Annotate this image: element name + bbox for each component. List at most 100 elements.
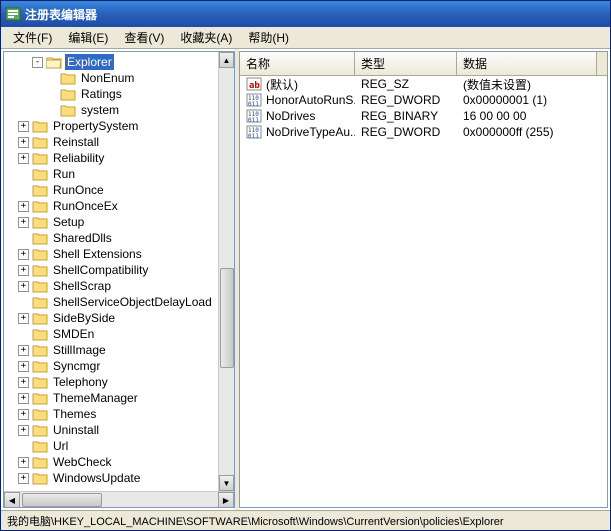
tree-item-label: Shell Extensions	[51, 246, 144, 262]
scroll-thumb[interactable]	[220, 268, 234, 368]
scroll-thumb[interactable]	[22, 493, 102, 507]
folder-icon	[32, 263, 48, 277]
tree-item[interactable]: +WebCheck	[4, 454, 218, 470]
scroll-left-button[interactable]: ◀	[4, 492, 20, 508]
tree-expander[interactable]: +	[18, 457, 29, 468]
tree-expander[interactable]: -	[32, 57, 43, 68]
tree-expander[interactable]: +	[18, 473, 29, 484]
tree-item-label: RunOnce	[51, 182, 106, 198]
scroll-right-button[interactable]: ▶	[218, 492, 234, 508]
folder-icon	[32, 423, 48, 437]
menu-favorites[interactable]: 收藏夹(A)	[172, 27, 240, 48]
value-row[interactable]: 110011NoDriveTypeAu...REG_DWORD0x000000f…	[240, 124, 607, 140]
tree-expander[interactable]: +	[18, 361, 29, 372]
menu-help[interactable]: 帮助(H)	[240, 27, 297, 48]
tree-item[interactable]: +ThemeManager	[4, 390, 218, 406]
folder-icon	[32, 391, 48, 405]
tree-expander[interactable]: +	[18, 201, 29, 212]
tree-expander[interactable]: +	[18, 153, 29, 164]
tree-pane: -ExplorerNonEnumRatingssystem+PropertySy…	[3, 51, 235, 508]
tree-expander[interactable]: +	[18, 265, 29, 276]
tree-item[interactable]: NonEnum	[4, 70, 218, 86]
folder-icon	[32, 279, 48, 293]
tree-expander[interactable]: +	[18, 409, 29, 420]
tree-item-label: SMDEn	[51, 326, 96, 342]
registry-tree[interactable]: -ExplorerNonEnumRatingssystem+PropertySy…	[4, 52, 218, 488]
tree-expander[interactable]: +	[18, 121, 29, 132]
value-name: NoDrives	[266, 109, 315, 123]
tree-item[interactable]: SharedDlls	[4, 230, 218, 246]
tree-item[interactable]: RunOnce	[4, 182, 218, 198]
tree-item[interactable]: SMDEn	[4, 326, 218, 342]
tree-item[interactable]: +ShellScrap	[4, 278, 218, 294]
tree-item-label: Reliability	[51, 150, 106, 166]
tree-item[interactable]: +Reinstall	[4, 134, 218, 150]
tree-expander[interactable]: +	[18, 313, 29, 324]
column-type[interactable]: 类型	[355, 52, 457, 75]
tree-item[interactable]: + Syncmgr	[4, 358, 218, 374]
tree-item[interactable]: -Explorer	[4, 54, 218, 70]
column-name[interactable]: 名称	[240, 52, 355, 75]
tree-item-label: StillImage	[51, 342, 108, 358]
tree-item[interactable]: Run	[4, 166, 218, 182]
menu-file[interactable]: 文件(F)	[5, 27, 60, 48]
scroll-track[interactable]	[20, 492, 218, 507]
scroll-down-button[interactable]: ▼	[219, 475, 234, 491]
tree-item[interactable]: system	[4, 102, 218, 118]
tree-expander[interactable]: +	[18, 425, 29, 436]
tree-item[interactable]: ShellServiceObjectDelayLoad	[4, 294, 218, 310]
tree-item-label: WindowsUpdate	[51, 470, 142, 486]
value-row[interactable]: ab(默认)REG_SZ(数值未设置)	[240, 76, 607, 92]
tree-expander[interactable]: +	[18, 217, 29, 228]
menu-view[interactable]: 查看(V)	[116, 27, 172, 48]
tree-item-label: SideBySide	[51, 310, 117, 326]
tree-expander[interactable]: +	[18, 249, 29, 260]
tree-expander[interactable]: +	[18, 281, 29, 292]
tree-item[interactable]: + SideBySide	[4, 310, 218, 326]
folder-icon	[32, 375, 48, 389]
scroll-up-button[interactable]: ▲	[219, 52, 234, 68]
tree-item[interactable]: Ratings	[4, 86, 218, 102]
tree-expander[interactable]: +	[18, 393, 29, 404]
folder-icon	[32, 231, 48, 245]
tree-item-label: SharedDlls	[51, 230, 114, 246]
scroll-track[interactable]	[219, 68, 234, 475]
tree-expander[interactable]: +	[18, 377, 29, 388]
tree-expander[interactable]: +	[18, 345, 29, 356]
tree-item[interactable]: + StillImage	[4, 342, 218, 358]
value-row[interactable]: 110011NoDrivesREG_BINARY16 00 00 00	[240, 108, 607, 124]
tree-item[interactable]: + Shell Extensions	[4, 246, 218, 262]
column-data[interactable]: 数据	[457, 52, 597, 75]
titlebar[interactable]: 注册表编辑器	[1, 1, 610, 27]
tree-item[interactable]: +Uninstall	[4, 422, 218, 438]
tree-item[interactable]: +RunOnceEx	[4, 198, 218, 214]
folder-icon	[32, 343, 48, 357]
tree-item[interactable]: +PropertySystem	[4, 118, 218, 134]
tree-item[interactable]: +Telephony	[4, 374, 218, 390]
folder-icon	[60, 87, 76, 101]
tree-item-label: ShellCompatibility	[51, 262, 150, 278]
menu-edit[interactable]: 编辑(E)	[60, 27, 116, 48]
tree-item-label: system	[79, 102, 121, 118]
tree-item-label: Syncmgr	[51, 358, 102, 374]
tree-vertical-scrollbar[interactable]: ▲ ▼	[218, 52, 234, 491]
list-header: 名称 类型 数据	[240, 52, 607, 76]
tree-item[interactable]: +Themes	[4, 406, 218, 422]
value-type: REG_SZ	[361, 77, 409, 91]
tree-horizontal-scrollbar[interactable]: ◀ ▶	[4, 491, 234, 507]
tree-item[interactable]: + ShellCompatibility	[4, 262, 218, 278]
binary-value-icon: 110011	[246, 108, 262, 124]
tree-expander[interactable]: +	[18, 137, 29, 148]
values-list[interactable]: ab(默认)REG_SZ(数值未设置)110011HonorAutoRunS..…	[240, 76, 607, 507]
value-row[interactable]: 110011HonorAutoRunS...REG_DWORD0x0000000…	[240, 92, 607, 108]
folder-icon	[32, 455, 48, 469]
menubar: 文件(F) 编辑(E) 查看(V) 收藏夹(A) 帮助(H)	[1, 27, 610, 49]
svg-text:011: 011	[248, 101, 259, 108]
content-area: -ExplorerNonEnumRatingssystem+PropertySy…	[1, 49, 610, 510]
folder-icon	[60, 71, 76, 85]
svg-text:011: 011	[248, 117, 259, 124]
tree-item[interactable]: + WindowsUpdate	[4, 470, 218, 486]
tree-item[interactable]: + Reliability	[4, 150, 218, 166]
tree-item[interactable]: Url	[4, 438, 218, 454]
tree-item[interactable]: +Setup	[4, 214, 218, 230]
